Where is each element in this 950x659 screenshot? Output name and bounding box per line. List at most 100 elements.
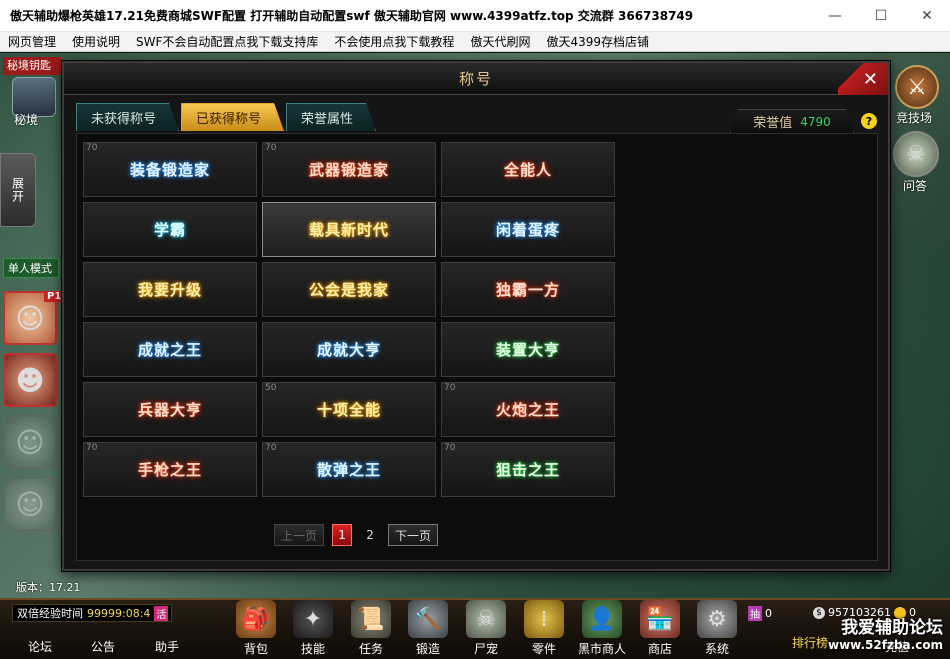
title-card[interactable]: 70 狙击之王 [441,442,615,497]
title-card[interactable]: 独霸一方 [441,262,615,317]
page-2-button[interactable]: 2 [360,524,380,546]
dialog-tabs: 未获得称号 已获得称号 荣誉属性 [76,103,376,131]
game-canvas: 秘境钥匙 秘境 展开 单人模式 ☺ P1 ☻ ☺ ☺ ⚔ 竞技场 ☠ 问答 称号… [0,53,950,659]
hud-button-label: 商店 [647,642,672,656]
title-card[interactable]: 载具新时代 [262,202,436,257]
tab-obtained[interactable]: 已获得称号 [181,103,284,131]
dialog-title: 称号 [458,70,493,88]
single-mode-badge[interactable]: 单人模式 [3,258,59,278]
title-card[interactable]: 学霸 [83,202,257,257]
title-level: 70 [86,443,98,453]
secret-key-tab[interactable]: 秘境钥匙 [3,57,61,75]
title-card[interactable]: 70 散弹之王 [262,442,436,497]
title-card[interactable]: 全能人 [441,142,615,197]
menu-item-store[interactable]: 傲天4399存档店铺 [538,33,657,50]
lottery-currency: 抽 0 [748,606,772,621]
next-page-button[interactable]: 下一页 [388,524,439,546]
title-card[interactable]: 闲着蛋疼 [441,202,615,257]
arena-icon[interactable]: ⚔ [895,65,939,109]
title-card[interactable]: 70 火炮之王 [441,382,615,437]
maximize-button[interactable]: ☐ [858,0,904,32]
title-level: 70 [444,383,456,393]
watermark-line-2: www.52fzba.com [828,638,944,652]
hud-button-label: 尸宠 [473,642,498,656]
hammer-icon: 🔨 [408,600,448,638]
title-card[interactable]: 兵器大亨 [83,382,257,437]
honor-value-box: 荣誉值 4790 [730,109,854,133]
title-card[interactable]: 成就大亨 [262,322,436,377]
title-name: 学霸 [153,221,186,239]
title-card[interactable]: 我要升级 [83,262,257,317]
version-label: 版本：17.21 [16,581,81,594]
dialog-close-button[interactable]: ✕ [838,63,888,95]
title-name: 成就大亨 [316,341,381,359]
hud-button-task[interactable]: 📜 任务 [343,600,399,659]
player-avatar-3[interactable]: ☺ [3,415,57,469]
leaderboard-button[interactable]: 排行榜 [792,634,828,651]
notice-button[interactable]: 公告 [91,638,115,655]
tab-unobtained[interactable]: 未获得称号 [76,103,179,131]
hud-button-forge[interactable]: 🔨 锻造 [400,600,456,659]
honor-label: 荣誉值 [753,116,793,131]
title-name: 火炮之王 [495,401,560,419]
title-card[interactable]: 公会是我家 [262,262,436,317]
hud-button-parts[interactable]: ⁞ 零件 [516,600,572,659]
hud-button-skill[interactable]: ✦ 技能 [285,600,341,659]
hud-button-label: 黑市商人 [577,642,626,656]
player-avatar-2[interactable]: ☻ [3,353,57,407]
expand-button[interactable]: 展开 [0,153,36,227]
hud-button-label: 锻造 [415,642,440,656]
title-card[interactable]: 70 手枪之王 [83,442,257,497]
title-name: 武器锻造家 [308,161,389,179]
menu-item-swf-support[interactable]: SWF不会自动配置点我下载支持库 [128,33,326,50]
title-name: 我要升级 [137,281,202,299]
skill-icon: ✦ [293,600,333,638]
page-1-button[interactable]: 1 [332,524,353,546]
title-name: 闲着蛋疼 [495,221,560,239]
title-name: 载具新时代 [308,221,389,239]
title-card[interactable]: 成就之王 [83,322,257,377]
hud-button-black-market[interactable]: 👤 黑市商人 [574,600,630,659]
menu-item-instructions[interactable]: 使用说明 [64,33,128,50]
hud-button-label: 零件 [531,642,556,656]
menu-item-tutorial[interactable]: 不会使用点我下载教程 [326,33,462,50]
forum-button[interactable]: 论坛 [28,638,52,655]
hud-button-shop[interactable]: 🏪 商店 [632,600,688,659]
backpack-icon: 🎒 [236,600,276,638]
title-dialog: 称号 ✕ 未获得称号 已获得称号 荣誉属性 荣誉值 4790 ? 70 装备锻造家… [62,61,890,571]
title-card[interactable]: 70 武器锻造家 [262,142,436,197]
quiz-zombie-icon[interactable]: ☠ [893,131,939,177]
tab-honor-attributes[interactable]: 荣誉属性 [286,103,376,131]
pagination: 上一页 1 2 下一页 [274,524,439,546]
menu-item-proxy-site[interactable]: 傲天代刷网 [462,33,538,50]
minimize-button[interactable]: — [812,0,858,32]
title-name: 装备锻造家 [129,161,210,179]
menu-item-web-manage[interactable]: 网页管理 [0,33,64,50]
title-name: 兵器大亨 [137,401,202,419]
title-card[interactable]: 70 装备锻造家 [83,142,257,197]
lottery-count: 0 [765,607,772,620]
lottery-icon: 抽 [748,606,762,621]
hud-button-backpack[interactable]: 🎒 背包 [228,600,284,659]
coin-icon: $ [813,606,825,619]
hud-button-system[interactable]: ⚙ 系统 [689,600,745,659]
player-avatar-4[interactable]: ☺ [3,477,57,531]
hud-button-zombie-pet[interactable]: ☠ 尸宠 [458,600,514,659]
prev-page-button[interactable]: 上一页 [274,524,325,546]
window-close-button[interactable]: ✕ [904,0,950,32]
title-name: 手枪之王 [137,461,202,479]
honor-value: 4790 [800,114,831,129]
title-card[interactable]: 50 十项全能 [262,382,436,437]
forum-watermark: 我爱辅助论坛 www.52fzba.com [828,613,943,652]
title-level: 70 [265,443,277,453]
title-name: 散弹之王 [316,461,381,479]
secret-realm-label: 秘境 [14,113,39,127]
task-scroll-icon: 📜 [351,600,391,638]
activity-icon[interactable]: 活 [154,605,169,621]
title-card[interactable]: 装置大亨 [441,322,615,377]
title-level: 70 [265,143,277,153]
help-icon[interactable]: ? [861,113,877,129]
zombie-pet-icon: ☠ [466,600,506,638]
quiz-label: 问答 [903,179,928,193]
assistant-button[interactable]: 助手 [155,638,179,655]
